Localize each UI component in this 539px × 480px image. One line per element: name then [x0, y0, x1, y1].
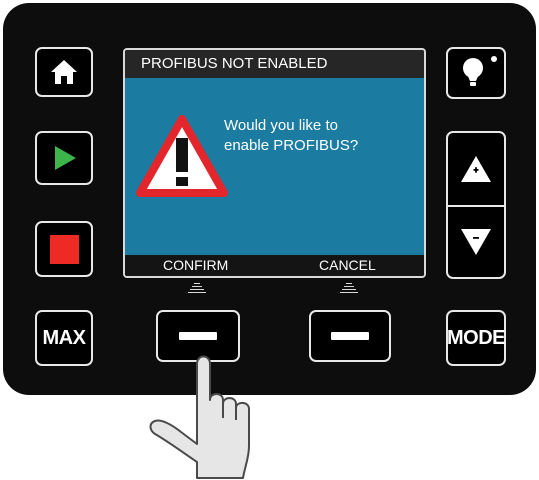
stop-button[interactable]: [35, 221, 93, 277]
display-screen: PROFIBUS NOT ENABLED Would you like to e…: [123, 48, 426, 278]
decrease-button[interactable]: [448, 207, 504, 277]
dash-icon: [331, 332, 369, 340]
home-button[interactable]: [35, 47, 93, 97]
max-button-label: MAX: [42, 326, 86, 349]
dialog-message-line1: Would you like to: [224, 117, 338, 134]
dialog-body: Would you like to enable PROFIBUS?: [125, 78, 424, 257]
home-icon: [51, 60, 77, 84]
softkey-label-bar: CONFIRM CANCEL: [125, 255, 424, 276]
max-button[interactable]: MAX: [35, 310, 93, 366]
minus-down-triangle-icon: [461, 229, 491, 255]
plus-up-triangle-icon: [461, 156, 491, 182]
dialog-message: Would you like to enable PROFIBUS?: [224, 116, 414, 156]
cancel-softkey-indicator: [340, 283, 358, 295]
light-button[interactable]: [446, 47, 506, 99]
confirm-softkey-label: CONFIRM: [163, 257, 229, 273]
dialog-message-line2: enable PROFIBUS?: [224, 137, 359, 154]
lightbulb-icon: [463, 56, 497, 86]
mode-button-label: MODE: [447, 326, 506, 349]
play-icon: [55, 146, 76, 170]
cancel-softkey-label: CANCEL: [319, 257, 376, 273]
cancel-softkey-button[interactable]: [309, 310, 391, 362]
confirm-softkey-indicator: [188, 283, 206, 295]
mode-button[interactable]: MODE: [446, 310, 506, 366]
warning-triangle-icon: [136, 115, 228, 197]
increase-decrease-rocker: [446, 131, 506, 279]
pointing-hand-icon: [149, 355, 250, 479]
stop-icon: [49, 234, 79, 264]
screen-title: PROFIBUS NOT ENABLED: [125, 50, 424, 78]
increase-button[interactable]: [448, 133, 504, 205]
dash-icon: [179, 332, 217, 340]
start-button[interactable]: [35, 131, 93, 185]
